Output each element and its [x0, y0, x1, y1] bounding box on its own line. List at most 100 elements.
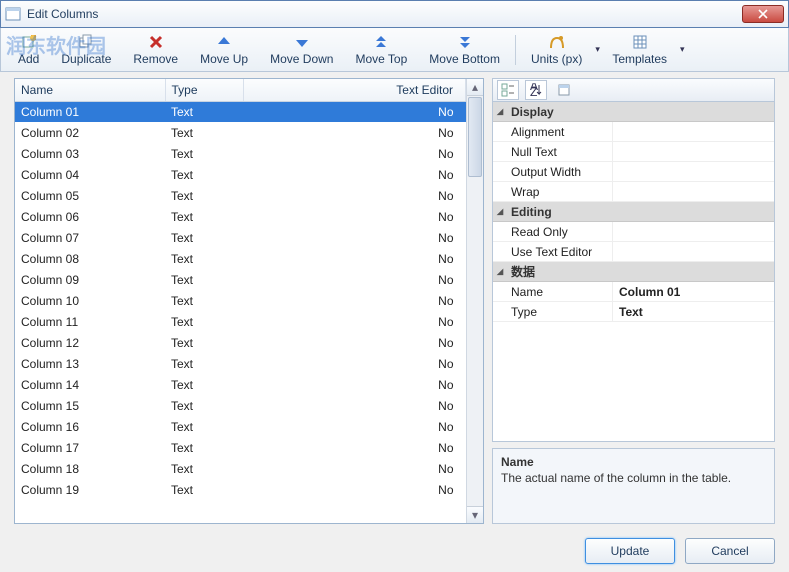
cell-texteditor: No	[243, 437, 466, 458]
table-row[interactable]: Column 15TextNo	[15, 395, 466, 416]
templates-dropdown-icon[interactable]: ▾	[678, 44, 686, 55]
move-bottom-label: Move Bottom	[429, 52, 500, 66]
help-desc: The actual name of the column in the tab…	[501, 471, 766, 487]
col-header-name[interactable]: Name	[15, 79, 165, 101]
window-title: Edit Columns	[27, 7, 742, 21]
cell-type: Text	[165, 143, 243, 164]
categorized-view-button[interactable]	[497, 80, 519, 100]
cell-texteditor: No	[243, 101, 466, 122]
cell-type: Text	[165, 437, 243, 458]
cell-name: Column 01	[15, 101, 165, 122]
prop-wrap[interactable]: Wrap	[493, 182, 774, 202]
table-row[interactable]: Column 09TextNo	[15, 269, 466, 290]
cell-texteditor: No	[243, 185, 466, 206]
table-row[interactable]: Column 06TextNo	[15, 206, 466, 227]
cell-name: Column 09	[15, 269, 165, 290]
category-display[interactable]: Display	[493, 102, 774, 122]
cell-texteditor: No	[243, 332, 466, 353]
svg-text:Z: Z	[530, 85, 537, 97]
table-row[interactable]: Column 02TextNo	[15, 122, 466, 143]
col-header-type[interactable]: Type	[165, 79, 243, 101]
table-scrollbar[interactable]: ▴ ▾	[466, 79, 483, 523]
cell-name: Column 12	[15, 332, 165, 353]
cell-name: Column 18	[15, 458, 165, 479]
propertygrid-toolbar: AZ	[492, 78, 775, 102]
cell-texteditor: No	[243, 290, 466, 311]
col-header-texteditor[interactable]: Text Editor	[243, 79, 466, 101]
cell-texteditor: No	[243, 164, 466, 185]
cell-texteditor: No	[243, 311, 466, 332]
prop-type[interactable]: TypeText	[493, 302, 774, 322]
table-row[interactable]: Column 08TextNo	[15, 248, 466, 269]
move-bottom-button[interactable]: Move Bottom	[418, 30, 511, 70]
cell-type: Text	[165, 248, 243, 269]
table-row[interactable]: Column 05TextNo	[15, 185, 466, 206]
cell-type: Text	[165, 332, 243, 353]
scroll-down-arrow[interactable]: ▾	[467, 506, 483, 523]
cell-texteditor: No	[243, 248, 466, 269]
move-up-button[interactable]: Move Up	[189, 30, 259, 70]
alphabetical-view-button[interactable]: AZ	[525, 80, 547, 100]
move-down-button[interactable]: Move Down	[259, 30, 344, 70]
table-row[interactable]: Column 14TextNo	[15, 374, 466, 395]
cell-type: Text	[165, 311, 243, 332]
table-row[interactable]: Column 19TextNo	[15, 479, 466, 500]
cell-texteditor: No	[243, 227, 466, 248]
cancel-button[interactable]: Cancel	[685, 538, 775, 564]
scroll-up-arrow[interactable]: ▴	[467, 79, 483, 96]
prop-alignment[interactable]: Alignment	[493, 122, 774, 142]
cell-texteditor: No	[243, 395, 466, 416]
remove-button[interactable]: Remove	[122, 30, 189, 70]
cell-texteditor: No	[243, 416, 466, 437]
units-button[interactable]: Units (px)	[520, 30, 593, 70]
cell-texteditor: No	[243, 206, 466, 227]
table-row[interactable]: Column 10TextNo	[15, 290, 466, 311]
table-row[interactable]: Column 13TextNo	[15, 353, 466, 374]
property-help: Name The actual name of the column in th…	[492, 448, 775, 524]
main-area: Name Type Text Editor Column 01TextNoCol…	[0, 72, 789, 530]
prop-readonly[interactable]: Read Only	[493, 222, 774, 242]
cell-name: Column 17	[15, 437, 165, 458]
prop-name[interactable]: NameColumn 01	[493, 282, 774, 302]
prop-usetexteditor[interactable]: Use Text Editor	[493, 242, 774, 262]
table-row[interactable]: Column 11TextNo	[15, 311, 466, 332]
table-row[interactable]: Column 12TextNo	[15, 332, 466, 353]
remove-label: Remove	[133, 52, 178, 66]
add-button[interactable]: Add	[7, 30, 50, 70]
prop-nulltext[interactable]: Null Text	[493, 142, 774, 162]
toolbar: Add Duplicate Remove Move Up Move Down M…	[0, 28, 789, 72]
cell-texteditor: No	[243, 143, 466, 164]
property-grid[interactable]: Display Alignment Null Text Output Width…	[492, 102, 775, 442]
table-row[interactable]: Column 17TextNo	[15, 437, 466, 458]
category-data[interactable]: 数据	[493, 262, 774, 282]
move-down-label: Move Down	[270, 52, 333, 66]
columns-table-wrap: Name Type Text Editor Column 01TextNoCol…	[14, 78, 484, 524]
templates-button[interactable]: Templates	[601, 30, 678, 70]
cell-name: Column 05	[15, 185, 165, 206]
property-pages-button[interactable]	[553, 80, 575, 100]
category-editing[interactable]: Editing	[493, 202, 774, 222]
cell-texteditor: No	[243, 479, 466, 500]
cell-type: Text	[165, 206, 243, 227]
help-title: Name	[501, 455, 766, 469]
duplicate-button[interactable]: Duplicate	[50, 30, 122, 70]
table-row[interactable]: Column 18TextNo	[15, 458, 466, 479]
move-top-button[interactable]: Move Top	[344, 30, 418, 70]
close-button[interactable]	[742, 5, 784, 23]
prop-outputwidth[interactable]: Output Width	[493, 162, 774, 182]
cell-type: Text	[165, 227, 243, 248]
columns-table[interactable]: Name Type Text Editor Column 01TextNoCol…	[15, 79, 466, 500]
cell-name: Column 07	[15, 227, 165, 248]
units-dropdown-icon[interactable]: ▾	[593, 44, 601, 55]
scroll-thumb[interactable]	[468, 97, 482, 177]
add-label: Add	[18, 52, 39, 66]
table-row[interactable]: Column 07TextNo	[15, 227, 466, 248]
move-top-label: Move Top	[355, 52, 407, 66]
table-row[interactable]: Column 16TextNo	[15, 416, 466, 437]
table-row[interactable]: Column 03TextNo	[15, 143, 466, 164]
columns-pane: Name Type Text Editor Column 01TextNoCol…	[0, 72, 488, 530]
cell-texteditor: No	[243, 458, 466, 479]
table-row[interactable]: Column 04TextNo	[15, 164, 466, 185]
update-button[interactable]: Update	[585, 538, 675, 564]
table-row[interactable]: Column 01TextNo	[15, 101, 466, 122]
